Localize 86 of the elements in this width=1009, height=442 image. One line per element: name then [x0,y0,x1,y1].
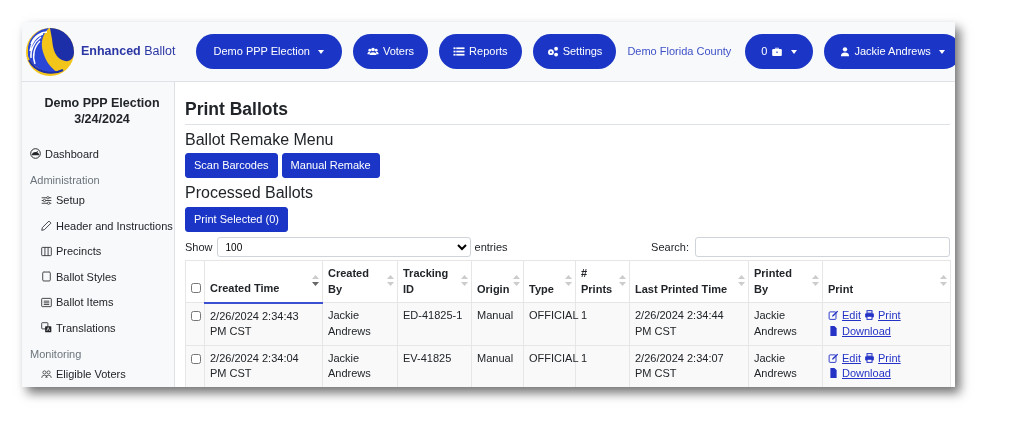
entries-select[interactable]: 100 [216,237,471,257]
section-heading: Processed Ballots [185,183,315,203]
sort-icon [565,275,572,286]
election-dropdown[interactable]: Demo PPP Election [195,34,342,69]
sidebar-link[interactable]: Ballot Styles [30,264,174,290]
column-header[interactable]: Printed By [748,260,823,303]
column-header[interactable]: Type [523,260,576,303]
table-cell: Jackie Andrews [748,302,823,345]
sort-icon [513,275,520,286]
sidebar-link[interactable]: Translations [30,315,174,341]
briefcase-dropdown[interactable]: 0 [745,34,814,69]
file-icon [828,325,839,336]
search-field[interactable] [695,237,950,257]
section-heading: Administration [30,172,101,188]
entries-label: entries [474,239,508,255]
search-label: Search: [651,239,689,255]
people-icon [41,368,52,380]
sort-icon [387,275,394,286]
sort-icon [940,275,947,286]
printer-icon [864,352,876,363]
sidebar-link[interactable]: Dashboard [30,141,174,167]
gauge-icon [30,148,41,160]
users-icon [366,46,379,57]
nav-button[interactable]: Settings [532,34,617,69]
table-cell: ED-41825-1 [397,302,472,345]
card-icon [41,271,52,283]
user-dropdown[interactable]: Jackie Andrews [824,34,955,69]
sidebar-link[interactable]: Ballot Items [30,289,174,315]
column-header[interactable]: Tracking ID [397,260,472,303]
nav-button[interactable]: Voters [352,34,429,69]
printer-icon [864,310,876,320]
section-heading: Ballot Remake Menu [185,130,335,150]
show-label: Show [185,239,213,255]
caret-icon [317,49,324,54]
sidebar-link[interactable]: Eligible Voters [30,361,174,387]
logo-icon [25,26,75,77]
column-header[interactable]: Print [822,260,951,303]
translate-icon [41,322,52,334]
sort-icon [812,275,819,286]
action-link[interactable]: Print [864,351,901,364]
row-checkbox[interactable] [191,353,201,364]
column-header[interactable]: Last Printed Time [629,260,749,303]
columns-icon [41,245,52,257]
list-box-icon [41,296,52,308]
sliders-icon [41,194,52,206]
briefcase-icon [771,46,784,57]
table-cell: Jackie Andrews [322,302,398,345]
column-header[interactable]: # Prints [575,260,630,303]
edit-icon [828,310,839,320]
column-header[interactable]: Created Time [204,260,323,303]
caret-icon [938,49,945,54]
user-icon [840,46,851,57]
table-cell: Manual [471,302,524,345]
action-link[interactable]: Edit [828,309,861,321]
sort-icon [461,275,468,286]
print-selected-button[interactable]: Print Selected (0) [185,207,288,232]
gears-icon [546,46,559,57]
brand-name[interactable]: Enhanced Ballot [81,42,176,61]
pencil-icon [41,220,52,232]
row-checkbox[interactable] [191,311,201,321]
table-cell: 2/26/2024 2:34:43 PM CST [204,302,323,345]
county-name: Demo Florida County [627,44,732,60]
file-icon [828,368,839,378]
sidebar-link[interactable]: Precincts [30,238,174,264]
sidebar-link[interactable]: Setup [30,187,174,213]
sidebar-link[interactable]: Header and Instructions [30,213,174,239]
remake-button[interactable]: Scan Barcodes [185,153,278,178]
select-all-checkbox[interactable] [191,282,201,293]
nav-button[interactable]: Reports [439,34,522,69]
action-link[interactable]: Print [864,309,901,321]
table-cell: 2/26/2024 2:34:44 PM CST [629,302,749,345]
sort-icon [312,275,319,286]
action-link[interactable]: Edit [828,351,861,364]
page-title: Print Ballots [185,98,950,125]
section-heading: Monitoring [30,346,83,362]
list-icon [453,46,466,57]
action-link[interactable]: Download [828,324,891,337]
remake-button[interactable]: Manual Remake [281,153,380,178]
caret-icon [791,49,798,54]
column-header[interactable]: Created By [322,260,398,303]
election-title: Demo PPP Election 3/24/2024 [43,95,161,127]
edit-icon [828,352,839,363]
sort-icon [619,275,626,286]
action-link[interactable]: Download [828,367,891,379]
column-header[interactable]: Origin [471,260,524,303]
sort-icon [738,275,745,286]
